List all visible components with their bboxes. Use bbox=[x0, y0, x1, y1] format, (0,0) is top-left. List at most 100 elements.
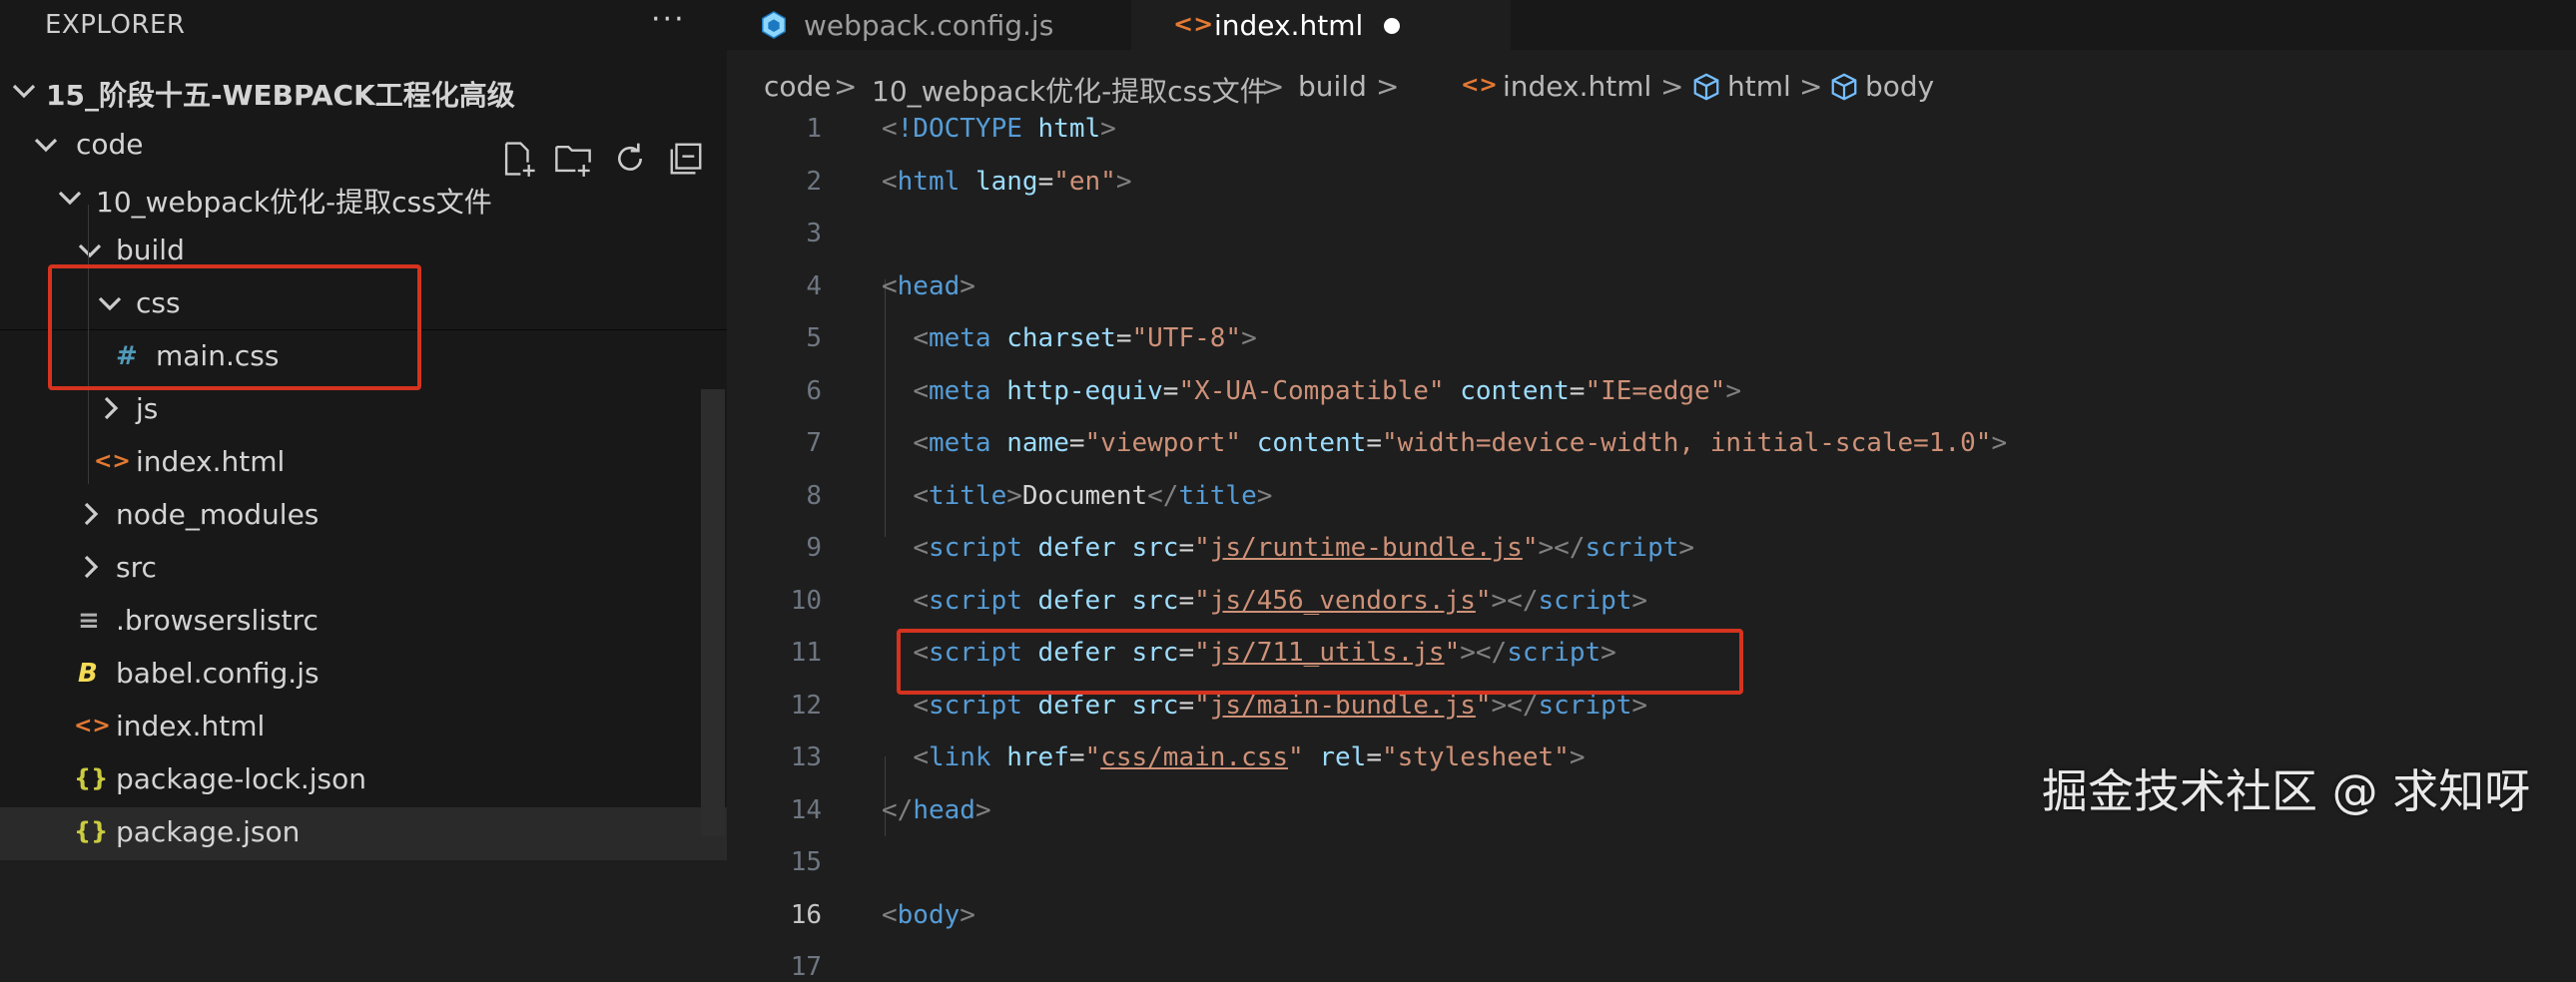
tree-item-babel-config[interactable]: B babel.config.js bbox=[0, 649, 727, 702]
code-line[interactable]: <script defer src="js/runtime-bundle.js"… bbox=[882, 533, 1694, 563]
code-token: js/main-bundle.js bbox=[1209, 690, 1476, 721]
code-token: meta bbox=[928, 323, 991, 353]
code-token: href bbox=[1006, 742, 1069, 772]
breadcrumb-item-body[interactable]: body bbox=[1865, 70, 1934, 103]
code-token: ></ bbox=[1491, 585, 1539, 616]
code-token: script bbox=[928, 690, 1022, 721]
tree-item-package-json[interactable]: {} package.json bbox=[0, 807, 727, 860]
line-number: 7 bbox=[806, 428, 822, 458]
line-number: 4 bbox=[806, 270, 822, 301]
tree-item-code[interactable]: code bbox=[0, 120, 727, 173]
line-number: 6 bbox=[806, 375, 822, 406]
tree-item-node-modules[interactable]: node_modules bbox=[0, 490, 727, 543]
chevron-right-icon bbox=[94, 392, 126, 424]
code-token: "viewport" bbox=[1084, 428, 1242, 458]
tab-label: webpack.config.js bbox=[804, 9, 1054, 42]
json-icon: {} bbox=[74, 764, 109, 792]
code-line[interactable]: <!DOCTYPE html> bbox=[882, 114, 1116, 144]
code-token: src bbox=[1131, 690, 1179, 721]
code-token: content bbox=[1460, 375, 1570, 406]
explorer-title: EXPLORER bbox=[45, 10, 186, 40]
tree-item-js-folder[interactable]: js bbox=[0, 384, 727, 437]
code-line[interactable]: <meta http-equiv="X-UA-Compatible" conte… bbox=[882, 376, 1741, 406]
code-token: name bbox=[1006, 428, 1069, 458]
code-token: > bbox=[960, 899, 975, 930]
editor-tabbar: webpack.config.js <> index.html bbox=[727, 0, 2576, 50]
chevron-down-icon bbox=[54, 181, 86, 213]
more-actions-icon[interactable]: ··· bbox=[651, 2, 686, 37]
line-number: 1 bbox=[806, 114, 822, 144]
code-token: head bbox=[897, 270, 961, 301]
tree-item-src[interactable]: src bbox=[0, 543, 727, 596]
tree-item-index-html[interactable]: <> index.html bbox=[0, 702, 727, 754]
code-line[interactable]: <meta name="viewport" content="width=dev… bbox=[882, 428, 2007, 458]
code-token: defer bbox=[1037, 690, 1116, 721]
breadcrumb-item-code[interactable]: code bbox=[764, 70, 832, 103]
code-line[interactable]: <body> bbox=[882, 900, 975, 930]
tree-item-label: js bbox=[136, 392, 159, 425]
chevron-down-icon bbox=[74, 234, 106, 265]
code-line[interactable]: <html lang="en"> bbox=[882, 167, 1132, 197]
code-token: script bbox=[1585, 533, 1679, 563]
code-line[interactable]: </head> bbox=[882, 795, 991, 825]
tree-item-browserslistrc[interactable]: ≡ .browserslistrc bbox=[0, 596, 727, 649]
breadcrumb-separator: > bbox=[834, 70, 858, 103]
code-token: > bbox=[1115, 166, 1132, 197]
code-token: < bbox=[882, 114, 898, 144]
code-token: = bbox=[1037, 166, 1054, 197]
breadcrumb-separator: > bbox=[1799, 70, 1823, 103]
code-line[interactable]: <meta charset="UTF-8"> bbox=[882, 323, 1257, 353]
json-icon: {} bbox=[74, 817, 109, 845]
code-token: = bbox=[1068, 742, 1085, 772]
tree-item-label: index.html bbox=[116, 710, 266, 742]
code-editor[interactable]: 1 <!DOCTYPE html> 2 <html lang="en"> 3 4 <head… bbox=[727, 108, 2576, 982]
code-token: " bbox=[1194, 533, 1210, 563]
code-token: < bbox=[913, 323, 929, 353]
explorer-root-folder[interactable]: 15_阶段十五-WEBPACK工程化高级 bbox=[0, 66, 727, 177]
tab-webpack-config[interactable]: webpack.config.js bbox=[727, 0, 1131, 50]
code-line[interactable]: <title>Document</title> bbox=[882, 481, 1272, 511]
sidebar-scrollbar[interactable] bbox=[701, 389, 725, 836]
breadcrumb-item-index-html[interactable]: index.html bbox=[1503, 70, 1651, 103]
html-icon: <> bbox=[74, 714, 111, 738]
code-token: "X-UA-Compatible" bbox=[1178, 375, 1445, 406]
unsaved-dot-icon[interactable] bbox=[1384, 18, 1400, 34]
chevron-right-icon bbox=[74, 551, 106, 583]
chevron-down-icon bbox=[8, 74, 40, 106]
code-line[interactable]: <head> bbox=[882, 271, 975, 301]
tree-item-project-folder[interactable]: 10_webpack优化-提取css文件 bbox=[0, 173, 727, 226]
code-token: title bbox=[1178, 480, 1257, 511]
code-token: js/runtime-bundle.js bbox=[1209, 533, 1523, 563]
code-token: < bbox=[882, 166, 898, 197]
code-token: defer bbox=[1037, 585, 1116, 616]
tree-item-build-index-html[interactable]: <> index.html bbox=[0, 437, 727, 490]
code-token: src bbox=[1131, 533, 1179, 563]
code-token: > bbox=[1678, 533, 1695, 563]
breadcrumb-item-html[interactable]: html bbox=[1727, 70, 1791, 103]
code-token: head bbox=[913, 794, 975, 825]
breadcrumb-item-build[interactable]: build bbox=[1298, 70, 1367, 103]
line-number: 15 bbox=[790, 847, 822, 877]
code-line[interactable]: <link href="css/main.css" rel="styleshee… bbox=[882, 742, 1585, 772]
tab-index-html[interactable]: <> index.html bbox=[1131, 0, 1511, 50]
code-line[interactable]: <script defer src="js/main-bundle.js"></… bbox=[882, 691, 1647, 721]
root-folder-label: 15_阶段十五-WEBPACK工程化高级 bbox=[46, 79, 515, 112]
code-token: < bbox=[913, 585, 929, 616]
code-token: > bbox=[1241, 323, 1257, 353]
tree-item-package-lock[interactable]: {} package-lock.json bbox=[0, 754, 727, 807]
lines-icon: ≡ bbox=[78, 606, 100, 636]
code-token: " bbox=[1288, 742, 1304, 772]
code-token: " bbox=[1084, 742, 1101, 772]
code-token: script bbox=[928, 533, 1022, 563]
code-line[interactable]: <script defer src="js/456_vendors.js"></… bbox=[882, 586, 1647, 616]
breadcrumb-item-project[interactable]: 10_webpack优化-提取css文件 bbox=[872, 70, 1268, 110]
breadcrumb: code > 10_webpack优化-提取css文件 > build > <>… bbox=[727, 64, 2576, 108]
symbol-element-icon bbox=[1691, 72, 1721, 109]
